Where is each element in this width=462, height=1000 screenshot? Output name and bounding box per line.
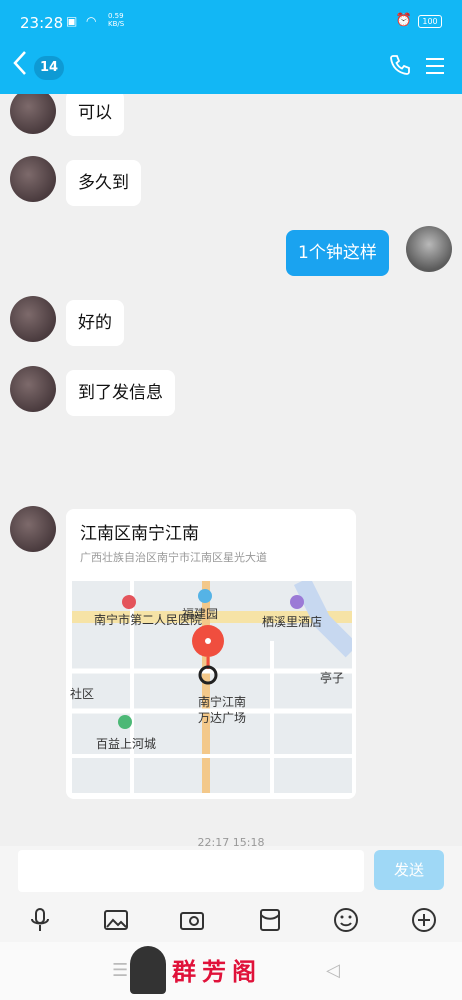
message-bubble[interactable]: 到了发信息 [66, 370, 175, 416]
attraction-icon [118, 715, 132, 729]
battery-indicator: 100 [418, 15, 442, 28]
map-label-baiyi: 百益上河城 [96, 737, 157, 751]
avatar[interactable] [10, 94, 56, 134]
location-card[interactable]: 江南区南宁江南 广西壮族自治区南宁市江南区星光大道 南宁市第二人民医院 福建园 … [66, 509, 356, 799]
chat-messages[interactable]: 可以 多久到 1个钟这样 好的 到了发信息 江南区南宁江南 广西壮族自治区南宁市… [0, 94, 462, 846]
emoji-button[interactable] [332, 906, 360, 934]
image-button[interactable] [102, 906, 130, 934]
map-label-fujian: 福建园 [182, 607, 219, 621]
camera-icon [180, 912, 204, 930]
mic-button[interactable] [26, 906, 54, 934]
hotel-icon [290, 595, 304, 609]
back-nav-icon[interactable]: ◁ [326, 960, 340, 981]
chevron-left-icon [13, 51, 26, 75]
avatar[interactable] [10, 366, 56, 412]
avatar[interactable] [10, 156, 56, 202]
watermark-figure [130, 946, 166, 994]
message-bubble[interactable]: 可以 [66, 94, 124, 136]
watermark-text: 群芳阁 [172, 957, 262, 986]
back-button[interactable] [12, 50, 28, 82]
message-timestamp: 22:17 15:18 [197, 836, 265, 846]
hamburger-icon [426, 58, 444, 74]
message-input[interactable] [18, 850, 364, 892]
menu-button[interactable] [424, 55, 446, 77]
location-title: 江南区南宁江南 [80, 524, 199, 544]
my-avatar[interactable] [406, 226, 452, 272]
map-label-tingzi: 亭子 [320, 671, 345, 685]
phone-icon [390, 55, 410, 75]
clock: 23:28 [20, 14, 64, 32]
location-pin-icon [192, 625, 224, 685]
net-speed: 0.59 KB/S [108, 12, 124, 28]
map-label-community: 社区 [70, 687, 95, 701]
map-label-hotel: 栖溪里酒店 [262, 615, 323, 629]
recent-apps-icon[interactable]: ☰ [112, 960, 128, 981]
input-toolbar [0, 902, 462, 942]
phone-call-button[interactable] [388, 53, 412, 77]
red-packet-button[interactable] [256, 906, 284, 934]
plus-icon [412, 908, 436, 932]
map-preview[interactable]: 南宁市第二人民医院 福建园 栖溪里酒店 社区 亭子 南宁江南 万达广场 百益上河… [70, 581, 352, 793]
notification-icon: ▣ [66, 14, 78, 28]
net-speed-unit: KB/S [108, 20, 125, 28]
hospital-icon [122, 595, 136, 609]
avatar[interactable] [10, 296, 56, 342]
status-bar: 23:28 ▣ ◠ 0.59 KB/S ⏰ 100 [0, 0, 462, 44]
avatar[interactable] [10, 506, 56, 552]
chat-header: 14 [0, 44, 462, 94]
mic-icon [31, 908, 49, 931]
plus-button[interactable] [410, 906, 438, 934]
park-icon [198, 589, 212, 603]
image-icon [104, 910, 128, 930]
emoji-icon [334, 908, 358, 932]
map-label-wanda-line1: 南宁江南 [198, 695, 247, 709]
alarm-icon: ⏰ [395, 13, 412, 28]
red-packet-icon [260, 909, 280, 931]
wifi-icon: ◠ [86, 14, 97, 28]
input-bar: 发送 [0, 846, 462, 902]
map-label-wanda-line2: 万达广场 [198, 711, 247, 725]
unread-badge: 14 [34, 56, 64, 80]
location-address: 广西壮族自治区南宁市江南区星光大道 [80, 551, 267, 564]
my-message-bubble[interactable]: 1个钟这样 [286, 230, 389, 276]
send-button[interactable]: 发送 [374, 850, 444, 890]
net-speed-value: 0.59 [108, 12, 124, 20]
system-nav-bar: ☰ 群芳阁 ◁ [0, 942, 462, 1000]
message-bubble[interactable]: 好的 [66, 300, 124, 346]
message-bubble[interactable]: 多久到 [66, 160, 141, 206]
camera-button[interactable] [178, 906, 206, 934]
